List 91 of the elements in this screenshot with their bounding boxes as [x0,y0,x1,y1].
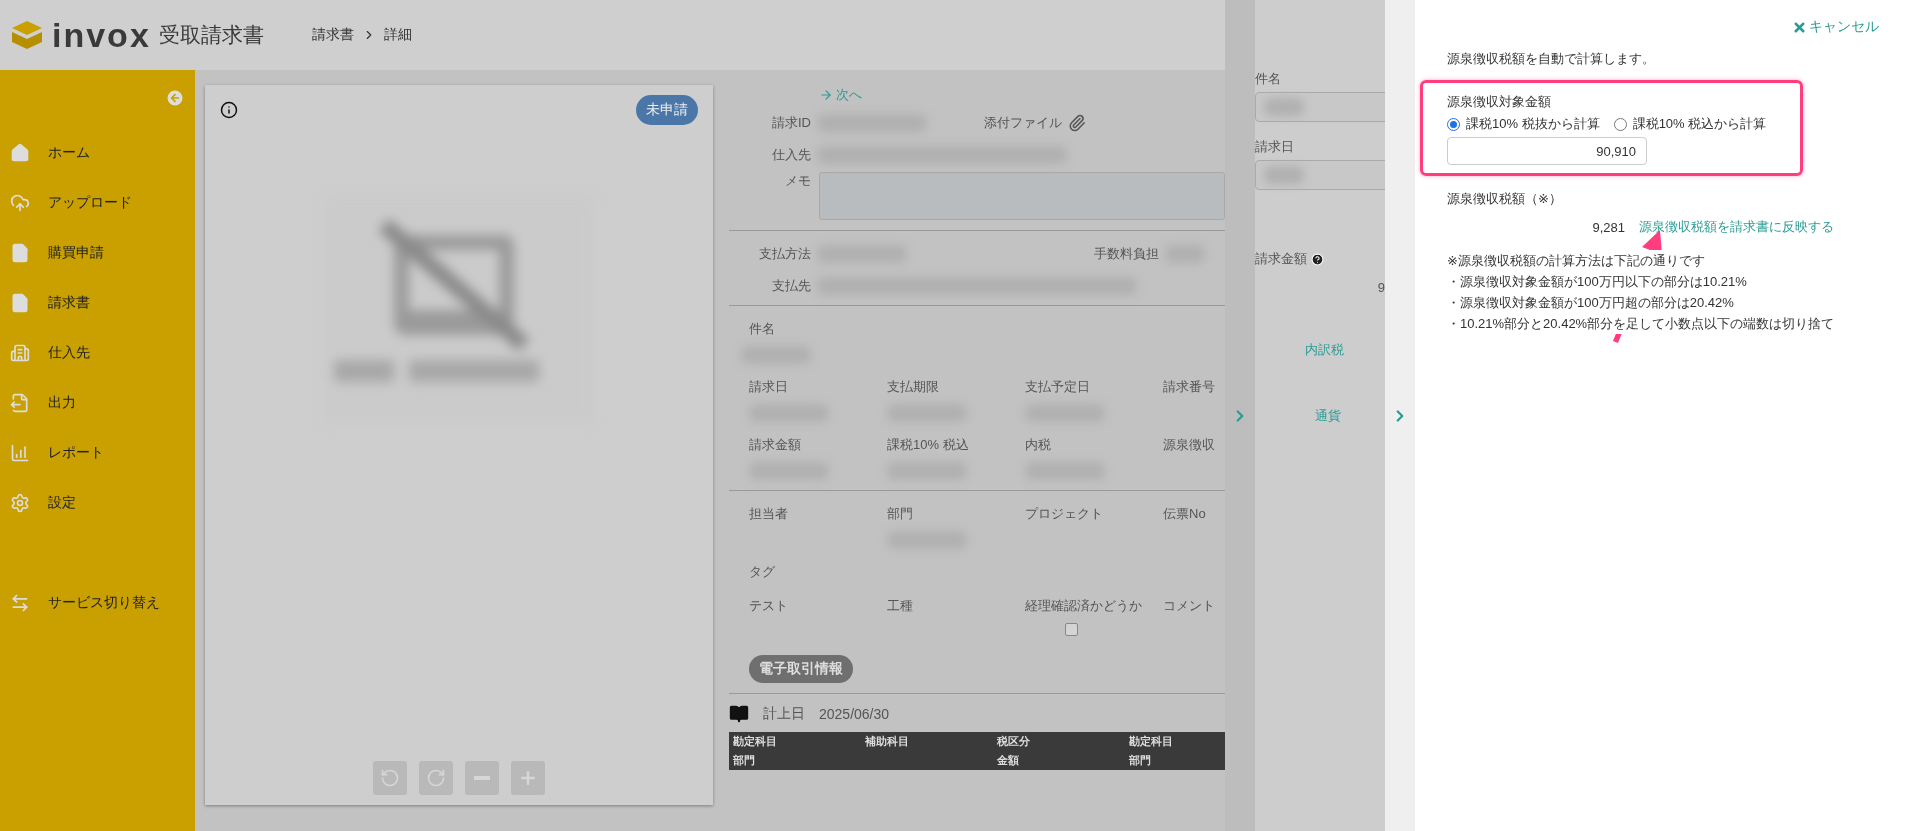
sidebar-item[interactable]: 請求書 [0,278,195,328]
field-label: 源泉徴収 [1163,436,1216,454]
field-label: タグ [749,563,776,581]
field-label: 内税 [1025,436,1052,454]
sidebar-item[interactable]: レポート [0,428,195,478]
column-header: 勘定科目 [733,734,778,749]
rotate-left-button[interactable] [373,761,407,795]
column-header: 金額 [997,753,1020,768]
plus-icon [518,768,538,788]
sidebar-item[interactable]: アップロード [0,178,195,228]
cloud-upload-icon [10,193,30,213]
column-header: 税区分 [997,734,1031,749]
sidebar-item[interactable]: 設定 [0,478,195,528]
tax-value: 9,281 [1591,219,1625,235]
field-label: 請求金額 [1255,250,1307,268]
apply-link[interactable]: 源泉徴収税額を請求書に反映する [1639,218,1834,236]
bar-chart-icon [10,443,30,463]
info-icon[interactable] [220,101,238,119]
breadcrumb-item[interactable]: 詳細 [383,26,412,44]
switch-arrows-icon [10,593,30,613]
radio-option[interactable]: 課税10% 税抜から計算 [1447,115,1600,133]
field-label: 請求ID [771,114,811,132]
column-header: 部門 [733,753,756,768]
checkbox[interactable] [1065,623,1078,636]
radio-option[interactable]: 課税10% 税込から計算 [1613,115,1767,133]
field-label: メモ [784,172,811,190]
help-icon[interactable] [1311,252,1324,266]
field-label: 仕入先 [771,146,811,164]
field-label: プロジェクト [1025,505,1104,523]
export-icon [10,393,30,413]
date-value: 2025/06/30 [819,706,890,722]
field-label: 支払予定日 [1025,378,1091,396]
close-icon [1792,19,1807,35]
field-label: 計上日 [763,705,805,723]
field-label: 請求金額 [749,436,802,454]
note-text: ※源泉徴収税額の計算方法は下記の通りです [1447,250,1705,271]
field-label: 件名 [749,321,775,336]
field-label: 部門 [887,505,914,523]
sidebar-item[interactable]: 出力 [0,378,195,428]
field-label: 伝票No [1163,505,1207,523]
intro-text: 源泉徴収税額を自動で計算します。 [1447,50,1656,68]
input-field[interactable] [1255,92,1385,122]
field-label: 支払先 [771,277,811,295]
input-field[interactable] [1255,160,1385,190]
book-icon [729,704,749,724]
field-label: 手数料負担 [1094,245,1159,263]
field-label: 課税10% 税込 [887,436,970,454]
product-name: 受取請求書 [158,22,264,48]
field-label: テスト [749,597,789,615]
logo-icon [10,19,44,51]
sidebar-item[interactable]: サービス切り替え [0,578,195,628]
document-icon [10,293,30,313]
zoom-out-button[interactable] [465,761,499,795]
collapse-icon[interactable] [165,88,185,108]
field-label: 請求日 [1255,139,1294,154]
field-label: 源泉徴収税額（※） [1447,191,1562,206]
field-label: 請求番号 [1163,378,1216,396]
field-label: 件名 [1255,71,1281,86]
sidebar-item[interactable]: ホーム [0,128,195,178]
sidebar-item[interactable]: 購買申請 [0,228,195,278]
document-icon [10,243,30,263]
cancel-link[interactable]: キャンセル [1792,18,1879,36]
e-trade-info-button[interactable]: 電子取引情報 [749,655,853,683]
amount-input[interactable]: 90,910 [1447,137,1647,165]
amount-value: 9 [1377,280,1385,295]
memo-field[interactable] [819,172,1225,220]
field-label: 支払方法 [758,245,811,263]
field-label: 源泉徴収対象金額 [1447,94,1551,109]
arrow-right-icon [819,88,833,102]
breadcrumb-item[interactable]: 請求書 [311,26,354,44]
field-label: 請求日 [749,378,789,396]
rotate-left-icon [380,768,400,788]
building-icon [10,343,30,363]
zoom-in-button[interactable] [511,761,545,795]
field-label: 支払期限 [887,378,940,396]
column-header: 補助科目 [865,734,910,749]
column-header: 勘定科目 [1129,734,1174,749]
field-label: 工種 [887,597,914,615]
house-icon [10,143,30,163]
status-badge: 未申請 [636,95,698,125]
logo-text: invox [52,15,151,55]
settings-icon [10,493,30,513]
field-label: 経理確認済かどうか [1025,597,1143,615]
field-label: コメント [1163,597,1216,615]
field-label: 添付ファイル [984,114,1062,132]
rotate-right-icon [426,768,446,788]
field-label: 担当者 [749,505,789,523]
rotate-right-button[interactable] [419,761,453,795]
paperclip-icon[interactable] [1068,114,1086,132]
column-header: 部門 [1129,753,1152,768]
sidebar-item[interactable]: 仕入先 [0,328,195,378]
